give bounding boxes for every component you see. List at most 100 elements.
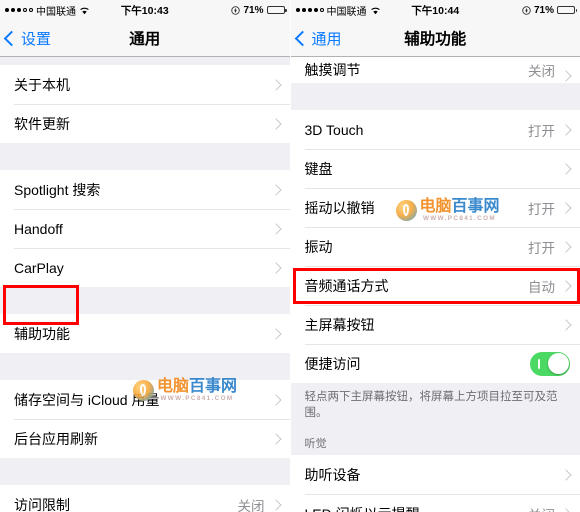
chevron-right-icon — [560, 162, 572, 175]
row-value: 关闭 — [237, 498, 265, 512]
dual-screenshot-container: 中国联通 下午10:43 71% 设置 通用 关于本机 软件更新 Spotlig… — [0, 0, 580, 512]
wifi-icon — [370, 6, 381, 15]
row-home-button[interactable]: 主屏幕按钮 — [290, 305, 580, 344]
battery-percent-label: 71% — [243, 4, 264, 16]
group-storage: 储存空间与 iCloud 用量 后台应用刷新 — [0, 380, 290, 458]
row-label: Spotlight 搜索 — [14, 181, 101, 198]
list-gap — [0, 353, 290, 380]
right-accessibility-list[interactable]: 触摸调节 关闭 3D Touch 打开 键盘 摇动以撤销 打开 振动 打开 音频… — [290, 57, 580, 512]
group-interaction: 3D Touch 打开 键盘 摇动以撤销 打开 振动 打开 音频通话方式 自动 … — [290, 110, 580, 383]
signal-strength-icon — [5, 8, 33, 12]
row-label: 音频通话方式 — [304, 277, 389, 294]
location-icon — [231, 5, 241, 15]
chevron-right-icon — [269, 498, 282, 511]
chevron-left-icon — [294, 30, 310, 46]
row-label: 辅助功能 — [14, 325, 70, 342]
row-carplay[interactable]: CarPlay — [0, 248, 290, 287]
back-button-label: 设置 — [21, 30, 52, 48]
left-status-bar: 中国联通 下午10:43 71% — [0, 0, 290, 20]
carrier-label: 中国联通 — [326, 6, 367, 18]
left-phone-screen: 中国联通 下午10:43 71% 设置 通用 关于本机 软件更新 Spotlig… — [0, 0, 291, 512]
row-spotlight-search[interactable]: Spotlight 搜索 — [0, 170, 290, 209]
right-phone-screen: 中国联通 下午10:44 71% 通用 辅助功能 触摸调节 关闭 3D Touc… — [290, 0, 580, 512]
chevron-right-icon — [560, 201, 572, 214]
battery-icon — [557, 5, 577, 15]
row-software-update[interactable]: 软件更新 — [0, 104, 290, 143]
battery-percent-label: 71% — [533, 4, 554, 16]
row-label: 触摸调节 — [304, 62, 361, 78]
row-reachability[interactable]: 便捷访问 — [290, 344, 580, 383]
chevron-right-icon — [560, 70, 572, 82]
list-gap — [0, 458, 290, 485]
row-label: 访问限制 — [14, 496, 70, 512]
reachability-toggle[interactable] — [530, 351, 570, 376]
chevron-right-icon — [560, 318, 572, 331]
row-label: 摇动以撤销 — [304, 199, 375, 216]
chevron-right-icon — [560, 279, 572, 292]
row-label: 助听设备 — [304, 466, 361, 483]
row-value: 关闭 — [528, 504, 555, 512]
back-button-settings[interactable]: 设置 — [0, 28, 51, 49]
location-icon — [522, 5, 531, 15]
row-keyboard[interactable]: 键盘 — [290, 149, 580, 188]
row-label: 主屏幕按钮 — [304, 316, 375, 333]
battery-icon — [266, 5, 287, 15]
row-label: 储存空间与 iCloud 用量 — [14, 391, 160, 408]
row-label: CarPlay — [14, 259, 64, 276]
chevron-right-icon — [269, 183, 282, 196]
back-button-label: 通用 — [311, 30, 342, 48]
row-3d-touch[interactable]: 3D Touch 打开 — [290, 110, 580, 149]
row-label: 后台应用刷新 — [14, 430, 98, 447]
left-nav-bar: 设置 通用 — [0, 20, 290, 57]
row-shake-to-undo[interactable]: 摇动以撤销 打开 — [290, 188, 580, 227]
chevron-right-icon — [269, 78, 282, 91]
right-status-bar: 中国联通 下午10:44 71% — [290, 0, 580, 20]
row-label: 关于本机 — [14, 76, 70, 93]
chevron-right-icon — [269, 432, 282, 445]
chevron-right-icon — [269, 393, 282, 406]
group-features: Spotlight 搜索 Handoff CarPlay — [0, 170, 290, 287]
row-hearing-devices[interactable]: 助听设备 — [290, 455, 580, 495]
chevron-right-icon — [560, 468, 572, 481]
row-led-flash-alerts[interactable]: LED 闪烁以示提醒 关闭 — [290, 494, 580, 512]
row-value: 打开 — [528, 201, 555, 217]
chevron-right-icon — [560, 240, 572, 253]
wifi-icon — [79, 6, 90, 15]
chevron-right-icon — [560, 123, 572, 136]
row-label: 3D Touch — [304, 121, 364, 138]
row-label: 振动 — [304, 238, 333, 255]
row-label: 键盘 — [304, 160, 333, 177]
list-gap — [290, 83, 580, 110]
left-status-right: 71% — [231, 4, 287, 16]
row-label: LED 闪烁以示提醒 — [305, 504, 529, 512]
list-gap — [0, 57, 290, 65]
list-gap — [0, 143, 290, 170]
row-storage-icloud-usage[interactable]: 储存空间与 iCloud 用量 — [0, 380, 290, 419]
row-accessibility[interactable]: 辅助功能 — [0, 314, 290, 353]
list-gap — [0, 287, 290, 314]
chevron-right-icon — [269, 222, 282, 235]
row-value: 自动 — [528, 279, 555, 295]
row-call-audio-routing[interactable]: 音频通话方式 自动 — [290, 266, 580, 305]
row-about[interactable]: 关于本机 — [0, 65, 290, 104]
signal-strength-icon — [295, 8, 324, 12]
row-touch-accommodations-partial[interactable]: 触摸调节 关闭 — [290, 57, 580, 83]
reachability-footer-note: 轻点两下主屏幕按钮，将屏幕上方项目拉至可及范围。 — [290, 383, 580, 424]
row-background-app-refresh[interactable]: 后台应用刷新 — [0, 419, 290, 458]
row-value: 关闭 — [528, 64, 555, 79]
left-status-left: 中国联通 — [5, 3, 90, 18]
right-nav-bar: 通用 辅助功能 — [290, 20, 580, 57]
row-value: 打开 — [528, 123, 555, 139]
chevron-left-icon — [3, 30, 20, 46]
chevron-right-icon — [269, 261, 282, 274]
left-settings-list[interactable]: 关于本机 软件更新 Spotlight 搜索 Handoff CarPlay 辅… — [0, 57, 290, 512]
row-restrictions[interactable]: 访问限制 关闭 — [0, 485, 290, 512]
chevron-right-icon — [269, 117, 282, 130]
row-value: 打开 — [528, 240, 555, 256]
back-button-general[interactable]: 通用 — [291, 28, 342, 49]
carrier-label: 中国联通 — [36, 6, 76, 18]
section-header-hearing: 听觉 — [290, 423, 580, 456]
chevron-right-icon — [560, 507, 572, 512]
row-vibration[interactable]: 振动 打开 — [290, 227, 580, 266]
row-handoff[interactable]: Handoff — [0, 209, 290, 248]
